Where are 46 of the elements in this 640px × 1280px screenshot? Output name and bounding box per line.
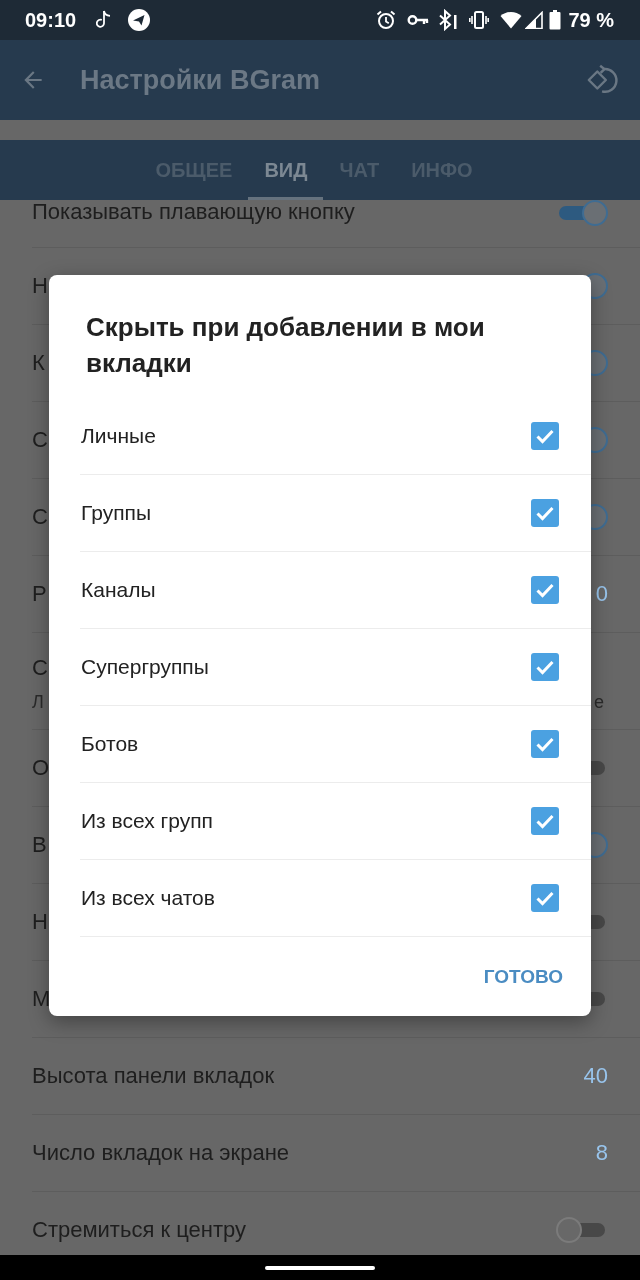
option-label[interactable]: Из всех групп	[81, 809, 213, 833]
setting-label: С	[32, 427, 48, 453]
option-label[interactable]: Каналы	[81, 578, 156, 602]
setting-value: 8	[595, 1140, 608, 1166]
setting-label: О	[32, 755, 50, 781]
setting-label: М	[32, 986, 51, 1012]
setting-value: 0	[595, 581, 608, 607]
setting-subtitle: Л	[32, 691, 44, 713]
checkbox[interactable]	[531, 422, 559, 450]
setting-label: Н	[32, 909, 48, 935]
option-label[interactable]: Личные	[81, 424, 156, 448]
setting-subtitle: е	[594, 691, 604, 713]
setting-label: Стремиться к центру	[32, 1217, 246, 1243]
setting-label: Н	[32, 273, 48, 299]
setting-label: В	[32, 832, 47, 858]
setting-label: Показывать плавающую кнопку	[32, 200, 355, 224]
setting-label: К	[32, 350, 45, 376]
vibrate-icon	[469, 10, 490, 30]
option-label[interactable]: Супергруппы	[81, 655, 209, 679]
option-label[interactable]: Из всех чатов	[81, 886, 215, 910]
status-time: 09:10	[25, 8, 77, 32]
music-note-icon	[96, 10, 113, 30]
alarm-clock-icon	[376, 10, 397, 30]
option-label[interactable]: Группы	[81, 501, 151, 525]
home-handle[interactable]	[265, 1265, 375, 1270]
setting-label: Высота панели вкладок	[32, 1063, 275, 1089]
checkbox[interactable]	[531, 807, 559, 835]
battery-percent: 79 %	[568, 8, 614, 32]
wifi-icon	[500, 11, 523, 29]
checkbox[interactable]	[531, 576, 559, 604]
checkbox[interactable]	[531, 499, 559, 527]
checkbox[interactable]	[531, 653, 559, 681]
checkbox[interactable]	[531, 884, 559, 912]
dialog-title: Скрыть при добавлении в мои вкладки	[86, 311, 486, 380]
checkbox[interactable]	[531, 730, 559, 758]
option-label[interactable]: Ботов	[81, 732, 139, 756]
battery-icon	[549, 10, 562, 30]
setting-label: Р	[32, 581, 47, 607]
done-button[interactable]: ГОТОВО	[475, 955, 571, 998]
key-icon	[407, 13, 430, 27]
setting-value: 40	[583, 1063, 608, 1089]
screen-title: Настройки BGram	[80, 64, 320, 96]
setting-label: С	[32, 655, 48, 681]
signal-icon	[525, 11, 544, 29]
setting-label: С	[32, 504, 48, 530]
setting-label: Число вкладок на экране	[32, 1140, 290, 1166]
